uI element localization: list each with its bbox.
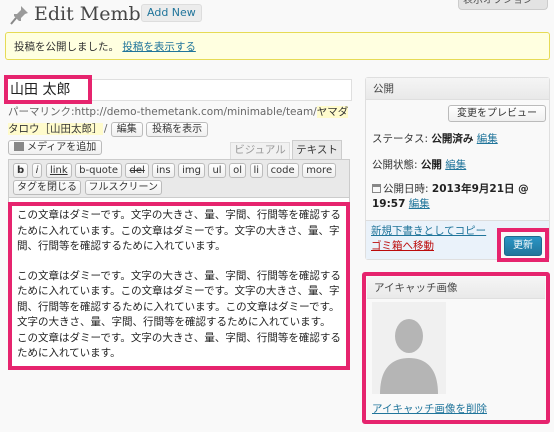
- status-row: ステータス: 公開済み 編集: [372, 131, 498, 146]
- edit-visibility-link[interactable]: 編集: [445, 159, 466, 171]
- time-value: 19:57: [372, 198, 406, 210]
- qt-link-button[interactable]: link: [45, 163, 72, 178]
- publish-time-row: 19:57 編集: [372, 196, 430, 211]
- update-button[interactable]: 更新: [504, 236, 542, 256]
- qt-ol-button[interactable]: ol: [229, 163, 246, 178]
- pushpin-icon: [10, 6, 28, 25]
- permalink-label: パーマリンク:: [8, 106, 75, 118]
- qt-img-button[interactable]: img: [178, 163, 205, 178]
- remove-featured-image-link[interactable]: アイキャッチ画像を削除: [372, 401, 487, 416]
- notice-message: 投稿を公開しました。: [14, 41, 119, 53]
- add-media-button[interactable]: メディアを追加: [8, 140, 103, 155]
- publish-heading: 公開: [366, 78, 549, 100]
- screen-options-tab[interactable]: 表示オプション: [458, 0, 548, 10]
- tab-visual[interactable]: ビジュアル: [230, 142, 290, 159]
- qt-blockquote-button[interactable]: b-quote: [75, 163, 122, 178]
- status-value: 公開済み: [431, 133, 474, 145]
- update-notice: 投稿を公開しました。 投稿を表示する: [5, 32, 550, 60]
- qt-italic-button[interactable]: i: [31, 163, 43, 178]
- add-media-label: メディアを追加: [27, 142, 97, 153]
- visibility-label: 公開状態:: [372, 159, 418, 171]
- featured-image-thumbnail[interactable]: [372, 302, 446, 394]
- content-paragraph: この文章はダミーです。文字の大きさ、量、字間、行間等を確認するために入れています…: [17, 269, 341, 360]
- title-input[interactable]: 山田 太郎: [4, 75, 92, 104]
- qt-fullscreen-button[interactable]: フルスクリーン: [84, 180, 162, 195]
- permalink-row: パーマリンク:http://demo-themetank.com/minimab…: [8, 106, 349, 137]
- qt-del-button[interactable]: del: [125, 163, 149, 178]
- content-paragraph: この文章はダミーです。文字の大きさ、量、字間、行間等を確認するために入れています…: [17, 209, 341, 252]
- qt-bold-button[interactable]: b: [13, 163, 29, 178]
- view-post-link[interactable]: 投稿を表示する: [122, 41, 196, 53]
- view-post-button[interactable]: 投稿を表示: [146, 121, 209, 137]
- publish-date-row: 公開日時: 2013年9月21日 @: [372, 181, 529, 196]
- qt-more-button[interactable]: more: [302, 163, 337, 178]
- permalink-url: http://demo-themetank.com/minimable/team…: [74, 106, 317, 118]
- visibility-value: 公開: [420, 159, 442, 171]
- content-textarea[interactable]: この文章はダミーです。文字の大きさ、量、字間、行間等を確認するために入れています…: [8, 202, 350, 370]
- copy-draft-link[interactable]: 新規下書きとしてコピー: [371, 223, 486, 238]
- date-label: 公開日時:: [383, 183, 429, 195]
- qt-ins-button[interactable]: ins: [152, 163, 175, 178]
- quicktags-toolbar: b i link b-quote del ins img ul ol li co…: [8, 159, 350, 197]
- calendar-icon: [372, 184, 381, 193]
- preview-changes-button[interactable]: 変更をプレビュー: [448, 105, 546, 122]
- date-value: 2013年9月21日 @: [431, 183, 529, 195]
- qt-li-button[interactable]: li: [249, 163, 264, 178]
- add-new-button[interactable]: Add New: [141, 4, 202, 22]
- visibility-row: 公開状態: 公開 編集: [372, 157, 466, 172]
- edit-permalink-button[interactable]: 編集: [110, 121, 143, 137]
- trash-link[interactable]: ゴミ箱へ移動: [371, 238, 434, 253]
- tab-text[interactable]: テキスト: [292, 140, 342, 159]
- qt-close-tags-button[interactable]: タグを閉じる: [13, 180, 81, 195]
- title-field-frame: [92, 79, 352, 101]
- edit-date-link[interactable]: 編集: [409, 198, 430, 210]
- qt-code-button[interactable]: code: [266, 163, 299, 178]
- media-icon: [14, 142, 24, 151]
- qt-ul-button[interactable]: ul: [208, 163, 226, 178]
- featured-image-heading: アイキャッチ画像: [367, 277, 545, 299]
- status-label: ステータス:: [372, 133, 429, 145]
- edit-status-link[interactable]: 編集: [477, 133, 498, 145]
